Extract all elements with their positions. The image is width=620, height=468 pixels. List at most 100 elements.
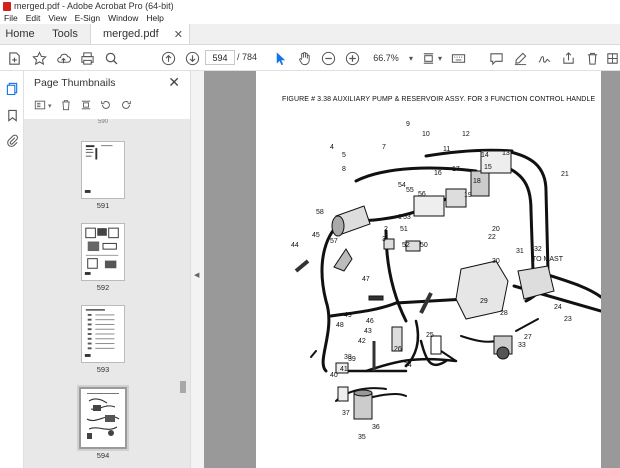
menu-help[interactable]: Help: [142, 13, 167, 23]
callout-51: 51: [400, 226, 408, 233]
acrobat-app-icon: [3, 1, 11, 11]
menu-edit[interactable]: Edit: [22, 13, 45, 23]
zoom-in-icon[interactable]: [344, 49, 360, 67]
callout-11: 11: [443, 146, 450, 153]
cloud-upload-icon[interactable]: [55, 49, 71, 67]
callout-10: 10: [422, 131, 430, 138]
callout-33: 33: [518, 342, 526, 349]
callout-57: 57: [330, 238, 338, 245]
callout-54: 54: [398, 182, 406, 189]
signature-icon[interactable]: [536, 49, 552, 67]
thumbnail-page[interactable]: [81, 305, 125, 363]
thumbnail-label: 594: [96, 451, 110, 460]
callout-28: 28: [500, 310, 508, 317]
page-thumbnails-panel: Page Thumbnails ✕ ▾ 590 591 592 593 594: [24, 71, 190, 468]
select-cursor-icon[interactable]: [272, 49, 288, 67]
more-tools-icon[interactable]: [604, 49, 620, 67]
menu-esign[interactable]: E-Sign: [71, 13, 105, 23]
callout-22: 22: [488, 234, 496, 241]
close-tab-icon[interactable]: ✕: [174, 28, 183, 41]
panel-close-icon[interactable]: ✕: [168, 74, 180, 91]
callout-58: 58: [316, 209, 324, 216]
callout-12: 12: [462, 131, 470, 138]
panel-toolbar: ▾: [34, 99, 132, 113]
thumbnail-label: 591: [96, 201, 110, 210]
menu-window[interactable]: Window: [104, 13, 142, 23]
callout-55: 55: [406, 187, 414, 194]
highlight-pen-icon[interactable]: [512, 49, 528, 67]
menu-view[interactable]: View: [44, 13, 70, 23]
tab-tools[interactable]: Tools: [40, 24, 90, 44]
callout-7: 7: [382, 144, 386, 151]
thumbnail-page[interactable]: [81, 141, 125, 199]
callout-40: 40: [330, 372, 338, 379]
tab-document-label: merged.pdf: [103, 28, 159, 40]
insert-page-icon[interactable]: [80, 99, 92, 114]
page-display-icon[interactable]: [420, 49, 436, 67]
callout-32: 32: [534, 246, 542, 253]
callout-39: 39: [348, 356, 356, 363]
window-title: merged.pdf - Adobe Acrobat Pro (64-bit): [14, 1, 174, 11]
search-icon[interactable]: [103, 49, 119, 67]
to-mast-label: TO MAST: [532, 256, 564, 263]
callout-2: 2: [384, 226, 388, 233]
callout-20: 20: [492, 226, 500, 233]
tab-home[interactable]: Home: [0, 24, 40, 44]
thumbnail-label-partial: 590: [97, 119, 108, 125]
zoom-level[interactable]: 66.7%: [368, 50, 404, 65]
callout-45: 45: [312, 232, 320, 239]
hand-tool-icon[interactable]: [296, 49, 312, 67]
thumbnails-scrollbar[interactable]: [180, 123, 186, 463]
callout-25: 25: [426, 332, 434, 339]
callout-35: 35: [358, 434, 366, 441]
pdf-page: FIGURE # 3.38 AUXILIARY PUMP & RESERVOIR…: [256, 71, 601, 468]
callout-30: 30: [492, 258, 500, 265]
callout-23: 23: [564, 316, 572, 323]
document-view[interactable]: FIGURE # 3.38 AUXILIARY PUMP & RESERVOIR…: [204, 71, 620, 468]
print-icon[interactable]: [79, 49, 95, 67]
callout-27: 27: [524, 334, 532, 341]
page-up-icon[interactable]: [160, 49, 176, 67]
page-down-icon[interactable]: [184, 49, 200, 67]
star-icon[interactable]: [31, 49, 47, 67]
callout-8: 8: [342, 166, 346, 173]
page-number-input[interactable]: 594: [205, 50, 235, 65]
page-thumbnails-icon[interactable]: [5, 81, 19, 95]
zoom-dropdown-chevron-down-icon[interactable]: ▾: [406, 49, 416, 67]
callout-1: 1: [398, 214, 402, 221]
callout-31: 31: [516, 248, 524, 255]
menu-file[interactable]: File: [0, 13, 22, 23]
rotate-counterclockwise-icon[interactable]: [100, 99, 112, 114]
thumbnail-options-chevron-down-icon[interactable]: ▾: [48, 102, 52, 110]
keyboard-icon[interactable]: [450, 49, 466, 67]
attachment-paperclip-icon[interactable]: [5, 133, 19, 147]
thumbnails-list: 590 591 592 593 594: [24, 119, 190, 468]
scrollbar-thumb[interactable]: [180, 381, 186, 393]
share-icon[interactable]: [560, 49, 576, 67]
thumbnail-label: 593: [96, 365, 110, 374]
page-total: / 784: [237, 52, 258, 62]
callout-15: 15: [484, 164, 492, 171]
delete-icon[interactable]: [584, 49, 600, 67]
callout-53: 53: [403, 214, 411, 221]
zoom-out-icon[interactable]: [320, 49, 336, 67]
callout-44: 44: [291, 242, 299, 249]
thumbnail-page-selected[interactable]: [77, 385, 129, 451]
collapse-panel-icon[interactable]: ◀: [194, 271, 199, 279]
callout-4: 4: [330, 144, 334, 151]
rotate-clockwise-icon[interactable]: [120, 99, 132, 114]
comment-icon[interactable]: [488, 49, 504, 67]
panel-splitter[interactable]: ◀: [190, 71, 204, 468]
callout-3: 3: [382, 236, 386, 243]
tab-document[interactable]: merged.pdf ✕: [90, 24, 190, 44]
thumbnail-options-icon[interactable]: [34, 99, 46, 114]
delete-page-icon[interactable]: [60, 99, 72, 114]
bookmark-icon[interactable]: [5, 108, 19, 122]
callout-13: 13: [502, 150, 510, 157]
callout-29: 29: [480, 298, 488, 305]
page-display-chevron-down-icon[interactable]: ▾: [436, 49, 444, 67]
window-titlebar: merged.pdf - Adobe Acrobat Pro (64-bit): [0, 0, 620, 12]
callout-49: 49: [344, 312, 352, 319]
create-icon[interactable]: [6, 49, 22, 67]
thumbnail-page[interactable]: [81, 223, 125, 281]
